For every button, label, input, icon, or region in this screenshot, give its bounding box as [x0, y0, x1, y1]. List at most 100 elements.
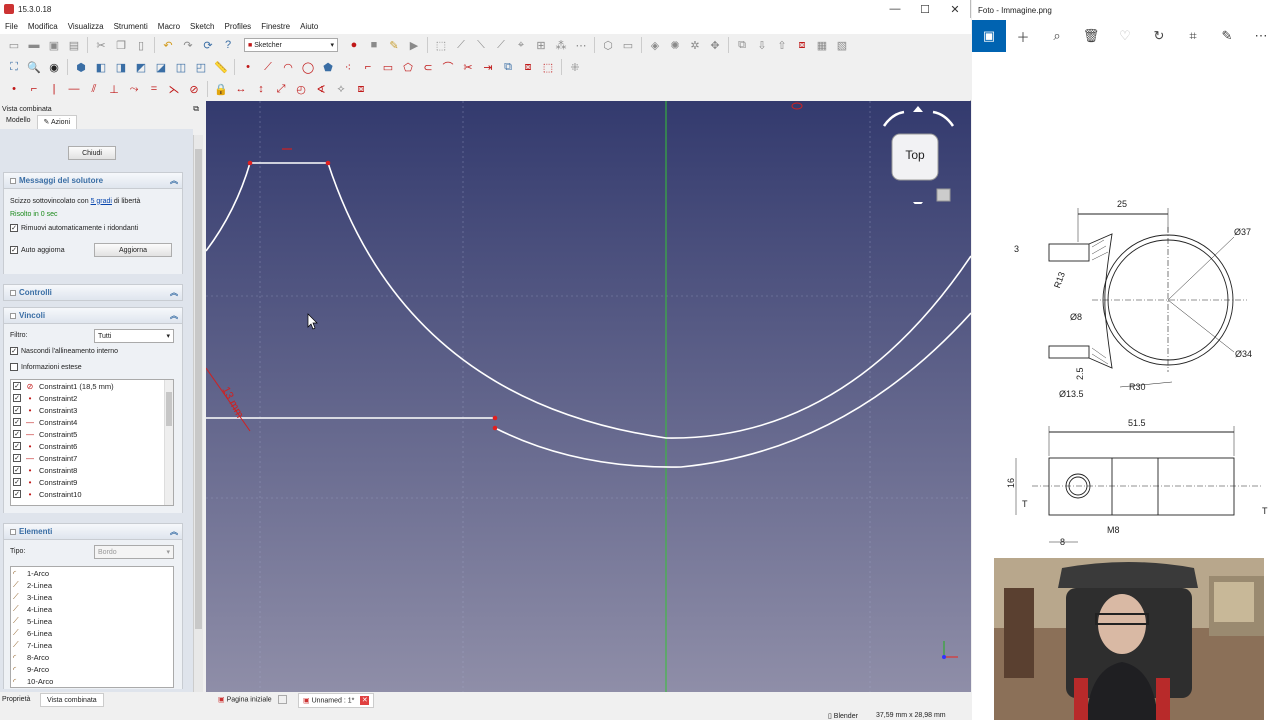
circle-icon[interactable]: ◯ — [300, 59, 316, 75]
bspline-icon[interactable]: ⁖ — [340, 59, 356, 75]
part-tool-3-icon[interactable]: ◈ — [647, 37, 663, 53]
new-file-icon[interactable]: ▭ — [6, 37, 22, 53]
element-list-item[interactable]: ◜ 1-Arco — [11, 567, 173, 579]
menu-view[interactable]: Visualizza — [63, 22, 109, 31]
paste-icon[interactable]: ▯ — [133, 37, 149, 53]
collapse-icon[interactable]: ︽ — [170, 526, 178, 537]
element-list-item[interactable]: ⟋ 6-Linea — [11, 627, 173, 639]
constraints-header[interactable]: Vincoli ︽ — [4, 308, 182, 324]
save-as-icon[interactable]: ▤ — [66, 37, 82, 53]
navigation-mode[interactable]: ▯ Blender — [828, 712, 858, 720]
favorite-icon[interactable]: ♡ — [1108, 20, 1142, 52]
constraint-list-item[interactable]: ✓ • Constraint9 — [11, 476, 173, 488]
sketch-tool-3-icon[interactable]: ⟍ — [473, 37, 489, 53]
macro-record-icon[interactable]: ● — [346, 37, 362, 53]
crop-icon[interactable]: ⌗ — [1176, 20, 1210, 52]
save-icon[interactable]: ▣ — [46, 37, 62, 53]
tab-combo-view[interactable]: Vista combinata — [40, 693, 104, 707]
constraint-list-item[interactable]: ✓ • Constraint2 — [11, 392, 173, 404]
constrain-block-icon[interactable]: ⊘ — [186, 81, 202, 97]
solver-messages-header[interactable]: Messaggi del solutore ︽ — [4, 173, 182, 189]
cut-icon[interactable]: ✂ — [93, 37, 109, 53]
element-list-item[interactable]: ⟋ 7-Linea — [11, 639, 173, 651]
constraint-visibility-checkbox[interactable]: ✓ — [13, 454, 21, 462]
close-icon[interactable]: ✕ — [940, 0, 970, 18]
constraint-list-item[interactable]: ✓ — Constraint7 — [11, 452, 173, 464]
polygon-icon[interactable]: ⬠ — [400, 59, 416, 75]
update-button[interactable]: Aggiorna — [94, 243, 172, 257]
sketch-arc-outer[interactable] — [206, 162, 971, 439]
sketch-tool-8-icon[interactable]: ⋯ — [573, 37, 589, 53]
element-list-item[interactable]: ◜ 8-Arco — [11, 651, 173, 663]
constraint-visibility-checkbox[interactable]: ✓ — [13, 490, 21, 498]
measure-icon[interactable]: 📏 — [213, 59, 229, 75]
constrain-point-on-object-icon[interactable]: ⌐ — [26, 81, 42, 97]
add-icon[interactable]: ＋ — [1006, 20, 1040, 52]
undo-icon[interactable]: ↶ — [160, 37, 176, 53]
constrain-vertical-distance-icon[interactable]: ↕ — [253, 81, 269, 97]
arrow-up-icon[interactable] — [913, 106, 923, 112]
element-list-item[interactable]: ⟋ 5-Linea — [11, 615, 173, 627]
external-geometry-icon[interactable]: ⧉ — [500, 59, 516, 75]
element-list-item[interactable]: ⟋ 2-Linea — [11, 579, 173, 591]
tab-model[interactable]: Modello — [0, 115, 37, 129]
dof-link[interactable]: 5 gradi — [91, 198, 112, 205]
task-panel-scrollbar[interactable] — [193, 135, 203, 692]
minimize-icon[interactable]: — — [880, 0, 910, 18]
auto-update-checkbox[interactable]: ✓ — [10, 246, 18, 254]
sketch-vertex[interactable] — [325, 160, 331, 166]
fit-all-icon[interactable]: ⛶ — [6, 59, 22, 75]
tab-properties[interactable]: Proprietà — [2, 696, 30, 703]
constrain-snell-icon[interactable]: ⟡ — [333, 81, 349, 97]
menu-tools[interactable]: Strumenti — [109, 22, 153, 31]
constrain-equal-icon[interactable]: = — [146, 81, 162, 97]
conic-icon[interactable]: ⬟ — [320, 59, 336, 75]
toggle-driving-icon[interactable]: ⧈ — [353, 81, 369, 97]
view-right-icon[interactable]: ◩ — [133, 59, 149, 75]
type-select[interactable]: Bordo ▾ — [94, 545, 174, 559]
sketch-arc-inner[interactable] — [494, 312, 971, 468]
menu-macro[interactable]: Macro — [153, 22, 185, 31]
rotate-icon[interactable]: ↻ — [1142, 20, 1176, 52]
menu-file[interactable]: File — [0, 22, 23, 31]
3d-viewport[interactable]: 13 mm Top — [206, 101, 971, 692]
constraint-list-item[interactable]: ✓ — Constraint4 — [11, 416, 173, 428]
view-rear-icon[interactable]: ◪ — [153, 59, 169, 75]
sketch-tool-2-icon[interactable]: ⟋ — [453, 37, 469, 53]
sketch-canvas[interactable]: 13 mm — [206, 101, 971, 692]
part-tool-5-icon[interactable]: ✲ — [687, 37, 703, 53]
maximize-icon[interactable]: ☐ — [910, 0, 940, 18]
doc-tab-unnamed[interactable]: ▣ Unnamed : 1* ✕ — [298, 693, 375, 708]
menu-sketch[interactable]: Sketch — [185, 22, 219, 31]
close-tab-icon[interactable] — [277, 695, 287, 704]
element-list-item[interactable]: ◜ 9-Arco — [11, 663, 173, 675]
redo-icon[interactable]: ↷ — [180, 37, 196, 53]
view-top-icon[interactable]: ◨ — [113, 59, 129, 75]
constrain-radius-icon[interactable]: ◴ — [293, 81, 309, 97]
constrain-angle-icon[interactable]: ∢ — [313, 81, 329, 97]
rotate-right-icon[interactable] — [932, 110, 955, 127]
view-left-icon[interactable]: ◰ — [193, 59, 209, 75]
view-front-icon[interactable]: ◧ — [93, 59, 109, 75]
edit-icon[interactable]: ✎ — [1210, 20, 1244, 52]
constraint-visibility-checkbox[interactable]: ✓ — [13, 466, 21, 474]
constrain-symmetric-icon[interactable]: ⋋ — [166, 81, 182, 97]
constraint-visibility-checkbox[interactable]: ✓ — [13, 442, 21, 450]
copy-icon[interactable]: ❐ — [113, 37, 129, 53]
constraint-visibility-checkbox[interactable]: ✓ — [13, 478, 21, 486]
rotate-left-icon[interactable] — [882, 110, 905, 127]
filter-select[interactable]: Tutti ▾ — [94, 329, 174, 343]
sketch-vertex[interactable] — [492, 415, 498, 421]
element-list-item[interactable]: ⟋ 4-Linea — [11, 603, 173, 615]
view-bottom-icon[interactable]: ◫ — [173, 59, 189, 75]
menu-profiles[interactable]: Profiles — [220, 22, 257, 31]
doc-tab-start[interactable]: ▣ Pagina iniziale — [214, 694, 291, 705]
line-icon[interactable]: ⟋ — [260, 59, 276, 75]
fit-selection-icon[interactable]: 🔍 — [26, 59, 42, 75]
constrain-tangent-icon[interactable]: ⤳ — [126, 81, 142, 97]
fillet-icon[interactable]: ⌒ — [440, 59, 456, 75]
constrain-distance-icon[interactable]: ⤢ — [273, 81, 289, 97]
constraint-visibility-checkbox[interactable]: ✓ — [13, 382, 21, 390]
sketch-tool-6-icon[interactable]: ⊞ — [533, 37, 549, 53]
toggle-constraints-icon[interactable]: ⁜ — [567, 59, 583, 75]
